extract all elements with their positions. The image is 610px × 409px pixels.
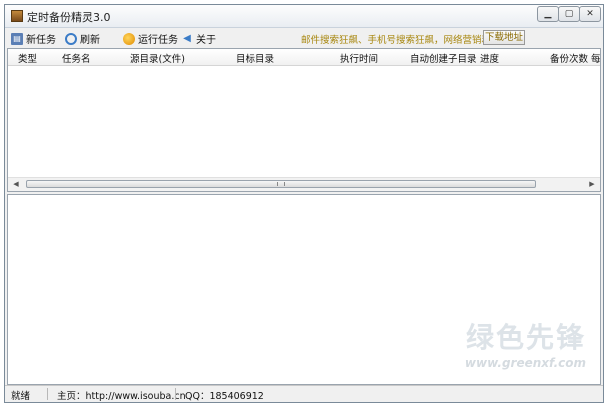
title-bar: 定时备份精灵3.0 ▁ ▢ ✕ (5, 5, 603, 28)
close-button[interactable]: ✕ (579, 6, 601, 22)
scroll-thumb[interactable] (26, 180, 536, 188)
column-header-type[interactable]: 类型 (18, 51, 37, 65)
refresh-icon (65, 32, 77, 45)
new-task-label: 新任务 (26, 35, 56, 46)
column-header-task-name[interactable]: 任务名 (62, 51, 91, 65)
run-task-label: 运行任务 (138, 35, 178, 46)
column-header-exec-time[interactable]: 执行时间 (340, 51, 378, 65)
toolbar: ▤ 新任务 刷新 运行任务 ◀ 关于 邮件搜索狂飙、手机号搜索狂飙，网络营销利器… (5, 28, 603, 48)
minimize-button[interactable]: ▁ (537, 6, 559, 22)
grip-icon (277, 182, 285, 186)
status-divider (47, 388, 48, 400)
column-header-auto-subdir[interactable]: 自动创建子目录 (410, 51, 477, 65)
scroll-left-icon[interactable]: ◀ (10, 179, 22, 190)
refresh-button[interactable]: 刷新 (65, 31, 100, 46)
column-header-backup-count[interactable]: 备份次数 (550, 51, 588, 65)
app-window: 定时备份精灵3.0 ▁ ▢ ✕ ▤ 新任务 刷新 运行任务 ◀ 关于 邮件搜索狂… (4, 4, 604, 403)
horizontal-scrollbar[interactable]: ◀ ▶ (8, 177, 600, 191)
app-icon (11, 10, 23, 22)
status-divider (175, 388, 176, 400)
about-button[interactable]: ◀ 关于 (181, 31, 216, 47)
log-panel[interactable]: 绿色先锋 www.greenxf.com (7, 194, 601, 385)
download-button[interactable]: 下载地址 (483, 30, 525, 45)
status-homepage[interactable]: 主页：http://www.isouba.cn (57, 388, 186, 402)
window-title: 定时备份精灵3.0 (27, 11, 111, 24)
watermark-text: 绿色先锋 (465, 321, 586, 354)
status-qq: QQ：185406912 (185, 391, 264, 402)
new-task-button[interactable]: ▤ 新任务 (11, 31, 56, 46)
new-task-icon: ▤ (11, 32, 23, 45)
watermark: 绿色先锋 www.greenxf.com (465, 316, 586, 370)
refresh-label: 刷新 (80, 35, 100, 46)
status-bar: 就绪 主页：http://www.isouba.cn QQ：185406912 (5, 385, 603, 402)
column-header-progress[interactable]: 进度 (480, 51, 499, 65)
task-list[interactable]: 类型 任务名 源目录(文件) 目标目录 执行时间 自动创建子目录 进度 备份次数… (7, 48, 601, 192)
maximize-button[interactable]: ▢ (558, 6, 580, 22)
status-state: 就绪 (11, 391, 31, 402)
column-header-each[interactable]: 每 (591, 51, 600, 65)
run-task-icon (123, 32, 135, 45)
run-task-button[interactable]: 运行任务 (123, 31, 178, 46)
column-header-target[interactable]: 目标目录 (236, 51, 274, 65)
watermark-url: www.greenxf.com (464, 356, 586, 370)
column-header-source[interactable]: 源目录(文件) (130, 51, 185, 65)
speaker-icon: ◀ (183, 32, 191, 44)
about-label: 关于 (196, 35, 216, 46)
task-list-header: 类型 任务名 源目录(文件) 目标目录 执行时间 自动创建子目录 进度 备份次数… (8, 49, 600, 66)
scroll-right-icon[interactable]: ▶ (586, 179, 598, 190)
promo-link[interactable]: 邮件搜索狂飙、手机号搜索狂飙，网络营销利器 (301, 32, 501, 46)
